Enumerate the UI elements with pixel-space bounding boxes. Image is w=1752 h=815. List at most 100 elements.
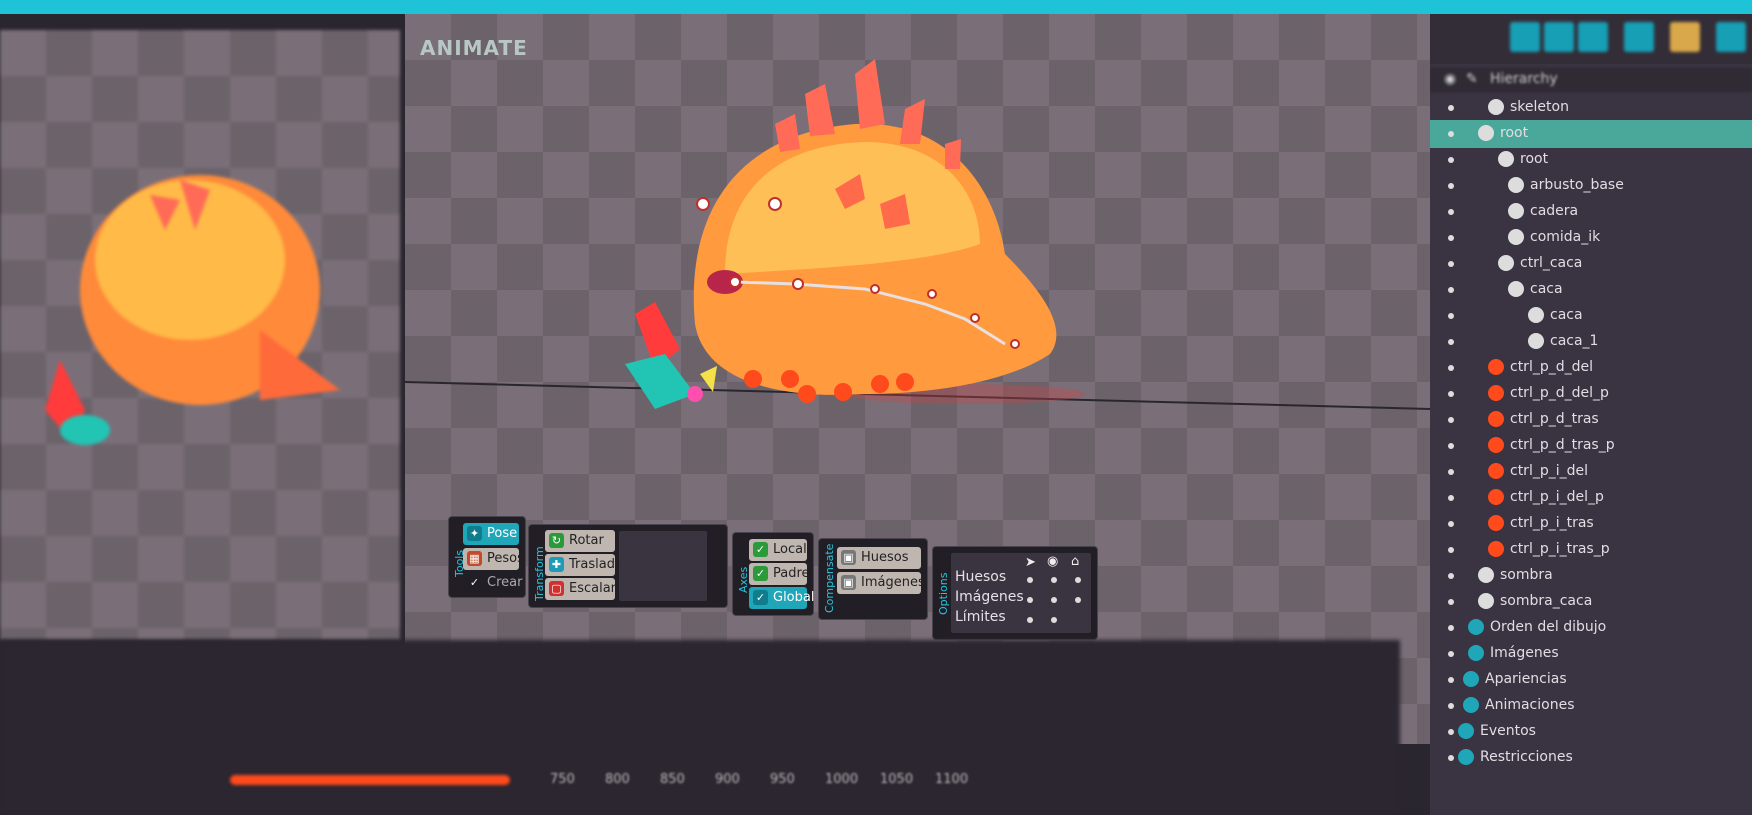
option-toggle[interactable]	[1051, 577, 1057, 583]
tree-item-label: Eventos	[1480, 723, 1536, 739]
visibility-dot[interactable]	[1448, 677, 1454, 683]
tree-item-ctrl-p-d-tras-p[interactable]: ctrl_p_d_tras_p	[1430, 432, 1752, 460]
option-toggle[interactable]	[1075, 597, 1081, 603]
toolbar-button[interactable]	[1578, 22, 1608, 52]
tree-item-imagenes[interactable]: Imágenes	[1430, 640, 1752, 668]
pose-icon: ✦	[467, 526, 482, 541]
tree-item-orden-del-dibujo[interactable]: Orden del dibujo	[1430, 614, 1752, 642]
visibility-dot[interactable]	[1448, 105, 1454, 111]
visibility-dot[interactable]	[1448, 599, 1454, 605]
tree-item-label: ctrl_p_d_del_p	[1510, 385, 1609, 401]
tree-item-caca-1[interactable]: caca_1	[1430, 328, 1752, 356]
toolbar-button[interactable]	[1670, 22, 1700, 52]
visibility-dot[interactable]	[1448, 261, 1454, 267]
compensate-panel: Compensate ▣ Huesos ▣ Imágenes	[818, 538, 928, 620]
tree-item-ctrl-p-i-del[interactable]: ctrl_p_i_del	[1430, 458, 1752, 486]
tree-item-skeleton[interactable]: skeleton	[1430, 94, 1752, 122]
escalar-button[interactable]: ▢ Escalar	[545, 578, 616, 600]
visibility-dot[interactable]	[1448, 391, 1454, 397]
pose-button[interactable]: ✦ Pose	[463, 523, 519, 545]
toolbar-button[interactable]	[1716, 22, 1746, 52]
tree-item-ctrl-p-d-del-p[interactable]: ctrl_p_d_del_p	[1430, 380, 1752, 408]
option-toggle[interactable]	[1027, 617, 1033, 623]
visibility-dot[interactable]	[1448, 443, 1454, 449]
visibility-dot[interactable]	[1448, 521, 1454, 527]
tree-item-root[interactable]: root	[1430, 146, 1752, 174]
preview-viewport[interactable]	[0, 30, 400, 640]
visibility-dot[interactable]	[1448, 703, 1454, 709]
tree-item-ctrl-p-i-tras[interactable]: ctrl_p_i_tras	[1430, 510, 1752, 538]
compensate-huesos-button[interactable]: ▣ Huesos	[837, 547, 921, 569]
visibility-dot[interactable]	[1448, 547, 1454, 553]
toolbar-button[interactable]	[1624, 22, 1654, 52]
visibility-dot[interactable]	[1448, 183, 1454, 189]
main-viewport[interactable]	[405, 14, 1430, 744]
visibility-dot[interactable]	[1448, 573, 1454, 579]
tree-item-arbusto-base[interactable]: arbusto_base	[1430, 172, 1752, 200]
option-row-imagenes: Imágenes	[955, 589, 1024, 605]
tree-item-eventos[interactable]: Eventos	[1430, 718, 1752, 746]
tree-item-root[interactable]: root	[1430, 120, 1752, 148]
tree-item-sombra[interactable]: sombra	[1430, 562, 1752, 590]
visibility-dot[interactable]	[1448, 729, 1454, 735]
visibility-dot[interactable]	[1448, 157, 1454, 163]
global-button[interactable]: ✓ Global	[749, 587, 814, 609]
tree-item-comida-ik[interactable]: comida_ik	[1430, 224, 1752, 252]
padre-button[interactable]: ✓ Padre	[749, 563, 810, 585]
visibility-dot[interactable]	[1448, 625, 1454, 631]
rotar-button[interactable]: ↻ Rotar	[545, 530, 615, 552]
tree-item-caca[interactable]: caca	[1430, 302, 1752, 330]
visibility-dot[interactable]	[1448, 755, 1454, 761]
compensate-imagenes-button[interactable]: ▣ Imágenes	[837, 572, 925, 594]
option-toggle[interactable]	[1027, 577, 1033, 583]
tree-item-ctrl-p-i-tras-p[interactable]: ctrl_p_i_tras_p	[1430, 536, 1752, 564]
visibility-dot[interactable]	[1448, 365, 1454, 371]
transform-value-fields[interactable]	[619, 531, 707, 601]
tree-item-cadera[interactable]: cadera	[1430, 198, 1752, 226]
visibility-dot[interactable]	[1448, 469, 1454, 475]
pesos-button[interactable]: ▦ Pesos	[463, 548, 524, 570]
toolbar-button[interactable]	[1544, 22, 1574, 52]
tree-item-caca[interactable]: caca	[1430, 276, 1752, 304]
visibility-dot[interactable]	[1448, 495, 1454, 501]
visibility-dot[interactable]	[1448, 209, 1454, 215]
tree-item-restricciones[interactable]: Restricciones	[1430, 744, 1752, 772]
option-toggle[interactable]	[1075, 577, 1081, 583]
control-icon	[1488, 385, 1504, 401]
trasladar-button[interactable]: ✚ Trasladar	[545, 554, 628, 576]
timeline-keyframe-bar[interactable]	[230, 775, 510, 785]
visibility-dot[interactable]	[1448, 235, 1454, 241]
bone-icon	[1498, 151, 1514, 167]
crear-button[interactable]: ✓ Crear	[463, 572, 523, 594]
option-toggle[interactable]	[1051, 617, 1057, 623]
bone-icon	[1478, 593, 1494, 609]
option-toggle[interactable]	[1027, 597, 1033, 603]
folder-icon	[1458, 723, 1474, 739]
tree-item-animaciones[interactable]: Animaciones	[1430, 692, 1752, 720]
visibility-dot[interactable]	[1448, 651, 1454, 657]
visibility-dot[interactable]	[1448, 313, 1454, 319]
visibility-dot[interactable]	[1448, 131, 1454, 137]
tree-item-ctrl-p-d-del[interactable]: ctrl_p_d_del	[1430, 354, 1752, 382]
timeline-ruler[interactable]: 750 800 850 900 950 1000 1050 1100	[470, 770, 1430, 810]
option-toggle[interactable]	[1051, 597, 1057, 603]
lock-icon: ▣	[841, 575, 856, 590]
control-icon	[1488, 463, 1504, 479]
tree-item-label: root	[1520, 151, 1549, 167]
tree-item-sombra-caca[interactable]: sombra_caca	[1430, 588, 1752, 616]
visibility-dot[interactable]	[1448, 339, 1454, 345]
option-row-limites: Límites	[955, 609, 1006, 625]
toolbar-button[interactable]	[1510, 22, 1540, 52]
visibility-dot[interactable]	[1448, 287, 1454, 293]
ruler-tick: 800	[605, 772, 630, 787]
tree-item-ctrl-caca[interactable]: ctrl_caca	[1430, 250, 1752, 278]
tag-icon: ⌂	[1071, 554, 1080, 569]
tree-item-ctrl-p-d-tras[interactable]: ctrl_p_d_tras	[1430, 406, 1752, 434]
local-button[interactable]: ✓ Local	[749, 539, 807, 561]
visibility-dot[interactable]	[1448, 417, 1454, 423]
tree-item-apariencias[interactable]: Apariencias	[1430, 666, 1752, 694]
tree-item-ctrl-p-i-del-p[interactable]: ctrl_p_i_del_p	[1430, 484, 1752, 512]
folder-icon	[1458, 749, 1474, 765]
tree-item-label: Restricciones	[1480, 749, 1573, 765]
folder-icon	[1463, 697, 1479, 713]
